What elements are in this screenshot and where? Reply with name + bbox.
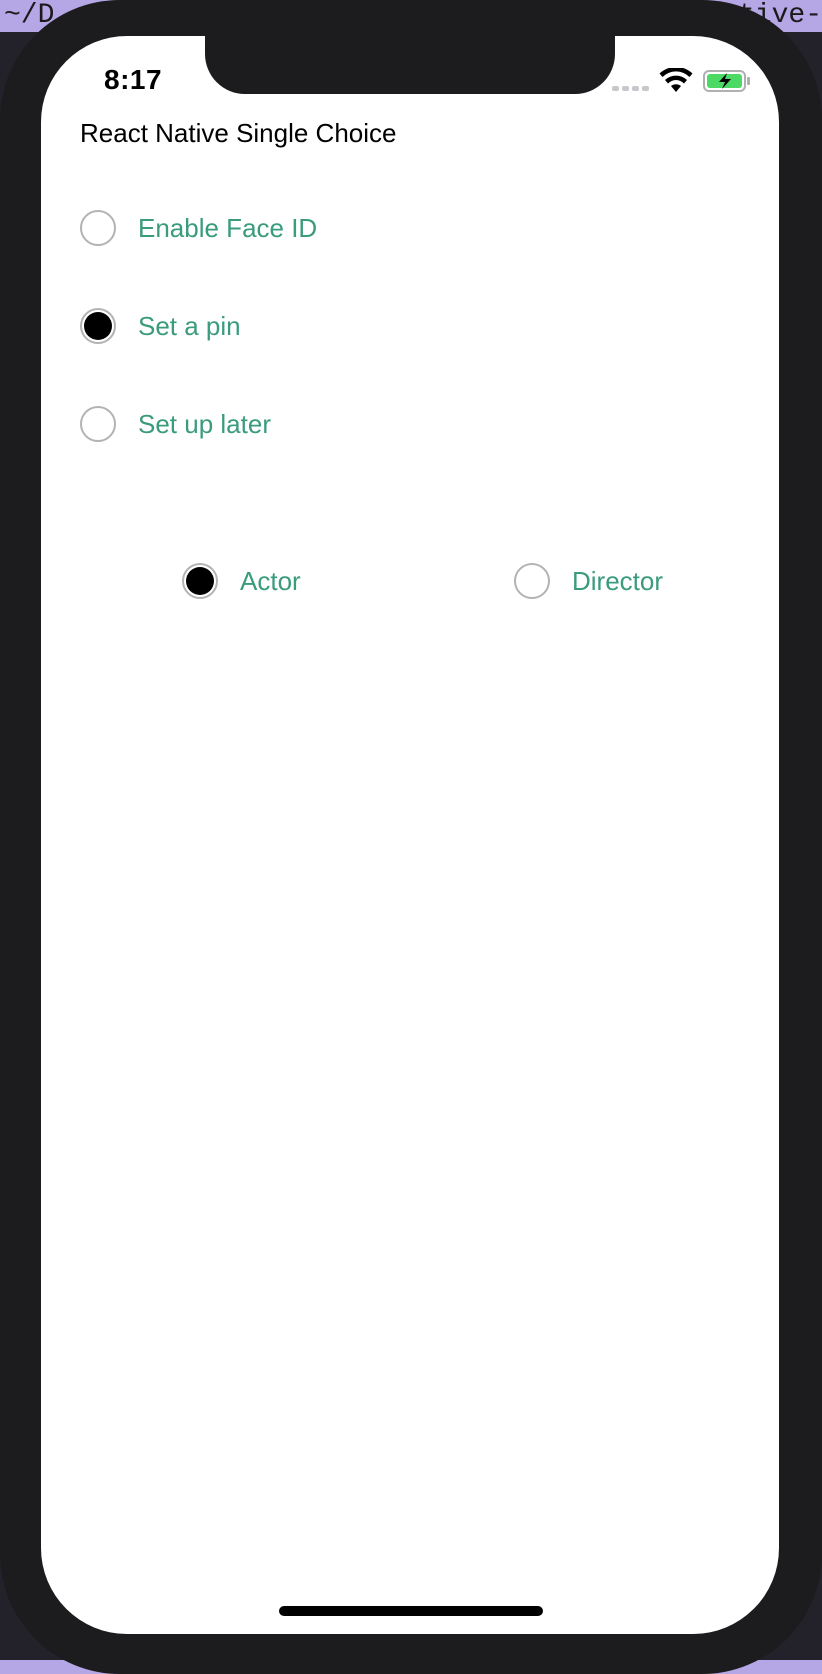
radio-button[interactable] xyxy=(80,406,116,442)
radio-label: Set a pin xyxy=(138,310,241,341)
status-time: 8:17 xyxy=(104,64,163,95)
radio-label: Director xyxy=(572,565,664,596)
radio-option-set-up-later[interactable]: Set up later xyxy=(80,406,271,442)
radio-option-enable-face-id[interactable]: Enable Face ID xyxy=(80,210,317,246)
device-notch xyxy=(205,36,615,94)
radio-selected-dot xyxy=(84,312,112,340)
phone-screen: 8:17 React Native Single Choice Enable F… xyxy=(41,36,779,1634)
home-indicator[interactable] xyxy=(279,1606,543,1616)
radio-button[interactable] xyxy=(80,210,116,246)
radio-button[interactable] xyxy=(182,563,218,599)
radio-label: Set up later xyxy=(138,408,271,439)
radio-selected-dot xyxy=(186,567,214,595)
cellular-signal-icon xyxy=(612,71,649,91)
status-icons xyxy=(612,68,751,94)
battery-charging-icon xyxy=(703,70,750,92)
radio-label: Enable Face ID xyxy=(138,212,318,243)
iphone-device-frame: 8:17 React Native Single Choice Enable F… xyxy=(0,0,822,1674)
wifi-icon xyxy=(659,68,693,92)
radio-button[interactable] xyxy=(514,563,550,599)
radio-option-actor[interactable]: Actor xyxy=(182,563,301,599)
page-title: React Native Single Choice xyxy=(80,118,397,148)
radio-label: Actor xyxy=(240,565,301,596)
radio-option-director[interactable]: Director xyxy=(514,563,663,599)
radio-option-set-a-pin[interactable]: Set a pin xyxy=(80,308,241,344)
radio-button[interactable] xyxy=(80,308,116,344)
